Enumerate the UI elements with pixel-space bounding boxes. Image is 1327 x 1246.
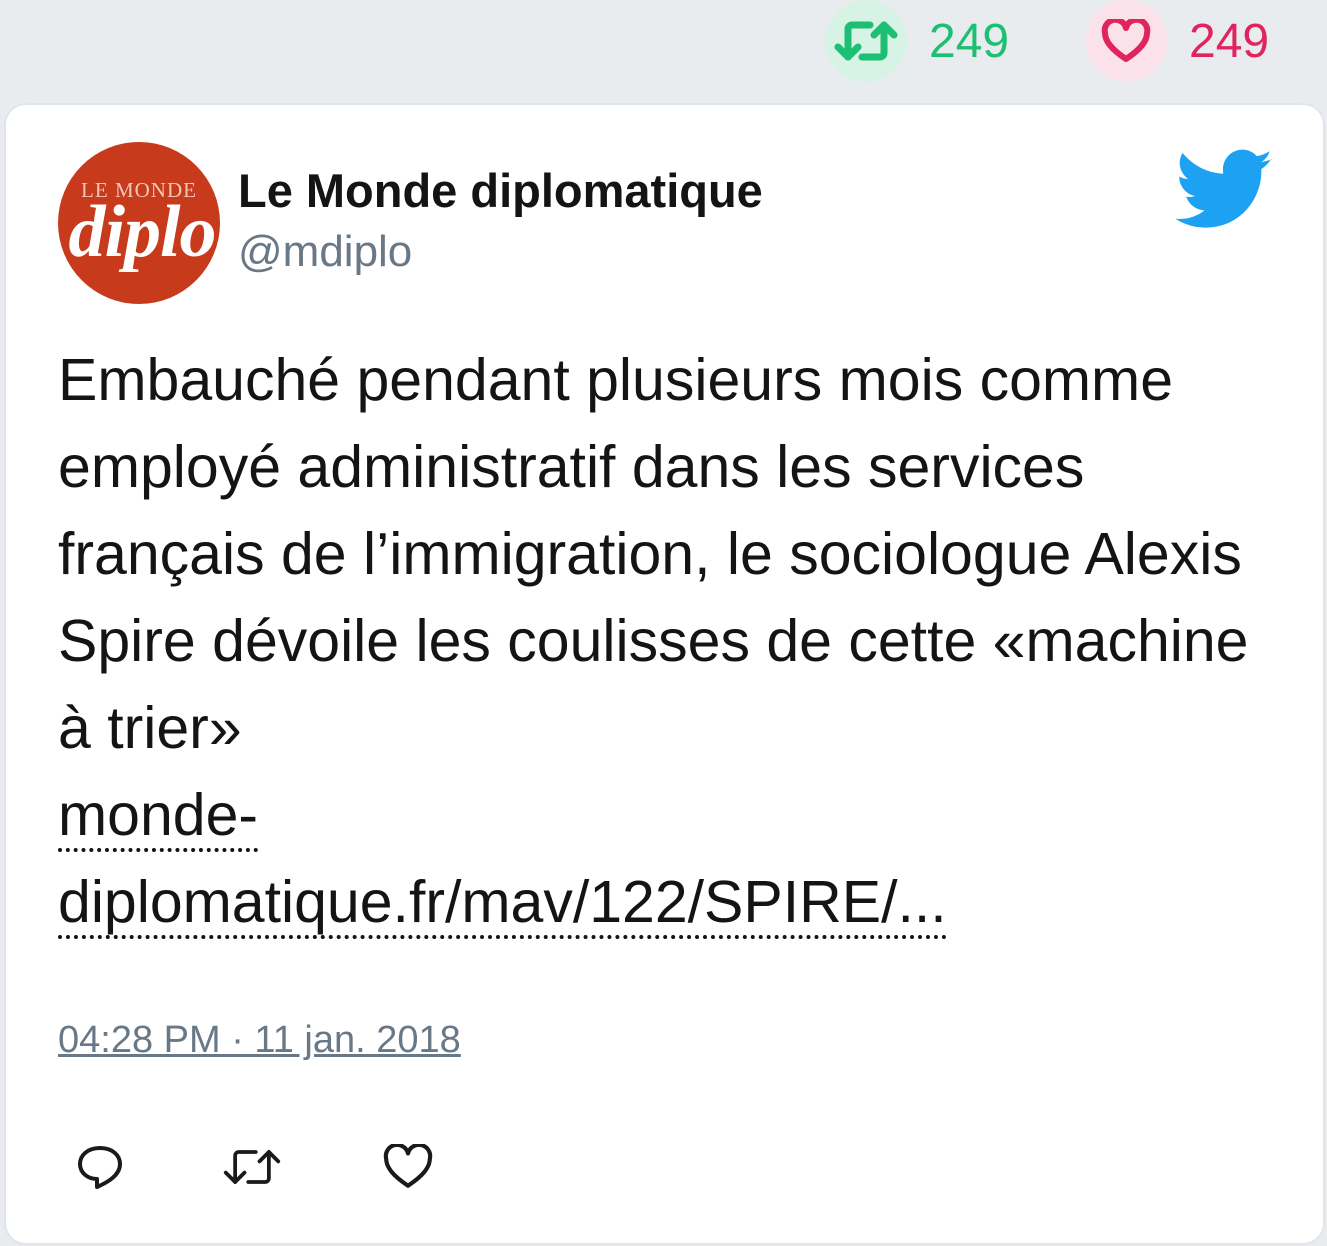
- retweet-icon[interactable]: [825, 0, 907, 82]
- avatar[interactable]: LE MONDE diplo: [58, 142, 220, 304]
- like-count: 249: [1189, 14, 1270, 68]
- retweet-stat[interactable]: 249: [825, 0, 1009, 82]
- engagement-bar: 249 249: [0, 0, 1327, 100]
- author-name[interactable]: Le Monde diplomatique: [238, 163, 763, 218]
- tweet-timestamp[interactable]: 04:28 PM · 11 jan. 2018: [58, 1019, 461, 1062]
- tweet-link[interactable]: monde-: [58, 782, 259, 852]
- retweet-action-icon[interactable]: [222, 1137, 282, 1197]
- heart-icon[interactable]: [1085, 0, 1167, 82]
- retweet-count: 249: [929, 14, 1010, 68]
- tweet-link-continued[interactable]: diplomatique.fr/mav/122/SPIRE/...: [58, 869, 947, 939]
- reply-icon[interactable]: [70, 1137, 130, 1197]
- author-handle[interactable]: @mdiplo: [238, 227, 412, 277]
- tweet-text: Embauché pendant plusieurs mois comme em…: [58, 347, 1249, 761]
- tweet-body: Embauché pendant plusieurs mois comme em…: [58, 337, 1258, 946]
- tweet-card: LE MONDE diplo Le Monde diplomatique @md…: [4, 103, 1325, 1245]
- twitter-bird-icon[interactable]: [1176, 149, 1274, 231]
- avatar-text-big: diplo: [68, 191, 216, 273]
- heart-action-icon[interactable]: [378, 1137, 438, 1197]
- like-stat[interactable]: 249: [1085, 0, 1269, 82]
